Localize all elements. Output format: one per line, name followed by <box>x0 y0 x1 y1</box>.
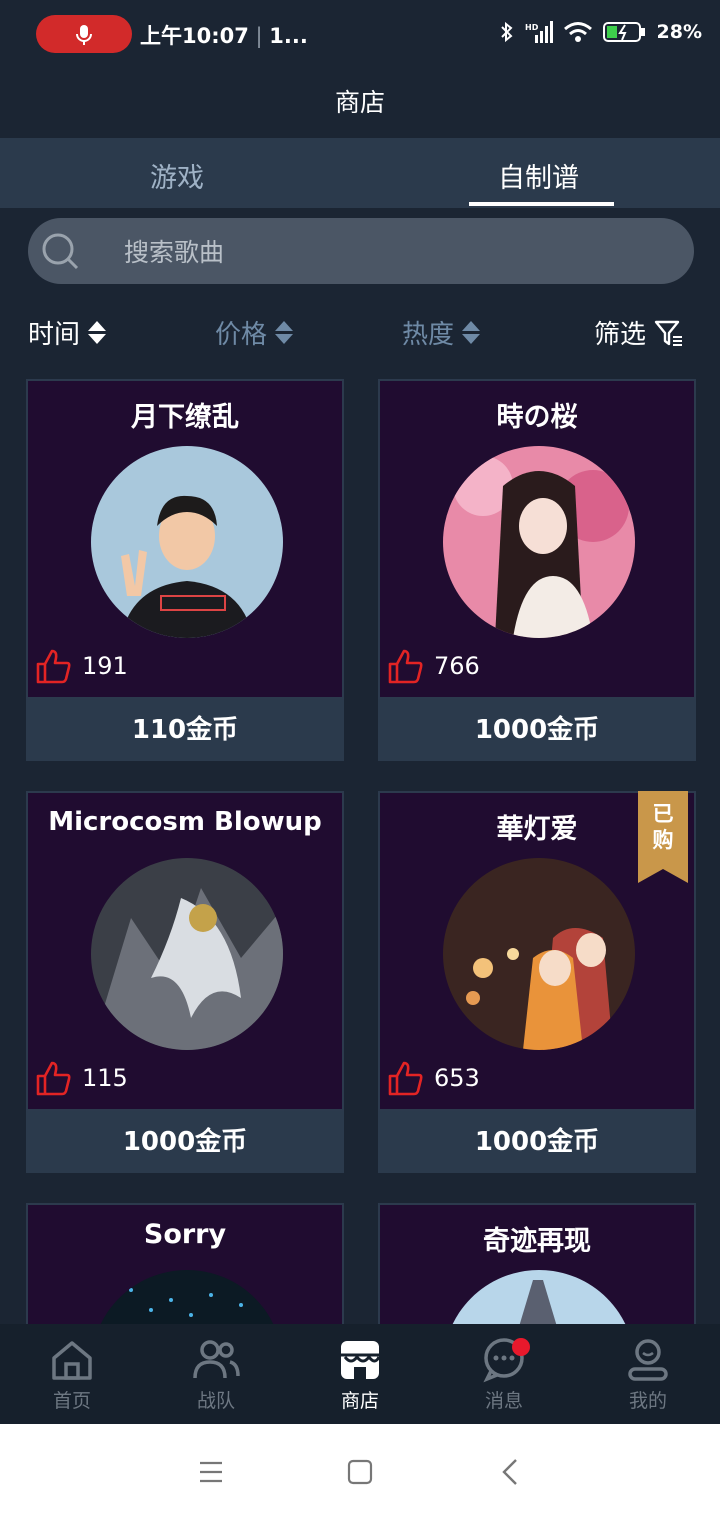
nav-messages-label: 消息 <box>484 1390 523 1412</box>
like-count: 766 <box>434 652 480 680</box>
unread-dot <box>512 1338 530 1356</box>
like-count: 115 <box>82 1064 128 1092</box>
song-card[interactable]: 奇迹再现 <box>378 1203 696 1324</box>
song-card[interactable]: 月下缭乱 191 110金币 <box>26 379 344 761</box>
song-cover-image <box>443 1270 635 1324</box>
like-count: 191 <box>82 652 128 680</box>
signal-icon: HD <box>525 21 553 43</box>
nav-me[interactable]: 我的 <box>598 1334 698 1413</box>
thumbs-up-icon[interactable] <box>386 647 424 685</box>
filter-button[interactable]: 筛选 <box>594 314 684 351</box>
likes: 766 <box>386 647 480 685</box>
song-cover-image <box>91 1270 283 1324</box>
sort-by-price[interactable]: 价格 <box>215 314 294 351</box>
purchased-badge-label: 已购 <box>638 801 688 853</box>
home-icon <box>52 1341 92 1380</box>
home-square-icon[interactable] <box>347 1459 373 1485</box>
like-count: 653 <box>434 1064 480 1092</box>
status-time: 上午10:07 | 1... <box>140 24 308 48</box>
song-card[interactable]: Sorry <box>26 1203 344 1324</box>
svg-text:HD: HD <box>525 23 539 32</box>
bluetooth-icon <box>500 21 513 43</box>
card-body: 華灯爱 653 已购 <box>378 791 696 1111</box>
sort-arrows-icon <box>462 321 481 344</box>
team-icon <box>193 1340 240 1379</box>
card-body: 奇迹再现 <box>378 1203 696 1324</box>
song-title: 奇迹再现 <box>483 1226 591 1257</box>
card-body: Sorry <box>26 1203 344 1324</box>
sort-bar: 时间 价格 热度 筛选 <box>0 310 720 354</box>
nav-shop-label: 商店 <box>340 1390 379 1412</box>
active-tab-indicator <box>469 202 614 206</box>
likes: 191 <box>34 647 128 685</box>
song-cover-image <box>443 446 635 638</box>
song-cover-image <box>91 858 283 1050</box>
song-card[interactable]: 時の桜 766 1000金币 <box>378 379 696 761</box>
title-bar: 商店 <box>0 66 720 138</box>
sort-price-label: 价格 <box>215 320 268 350</box>
song-card[interactable]: 華灯爱 653 已购 1000金币 <box>378 791 696 1173</box>
purchased-badge: 已购 <box>638 791 688 883</box>
likes: 653 <box>386 1059 480 1097</box>
sort-heat-label: 热度 <box>402 320 455 350</box>
profile-icon <box>628 1339 668 1381</box>
back-icon[interactable] <box>500 1458 520 1486</box>
wifi-icon <box>563 22 592 42</box>
sort-arrows-icon <box>275 321 294 344</box>
thumbs-up-icon[interactable] <box>34 1059 72 1097</box>
nav-home-label: 首页 <box>52 1390 91 1412</box>
status-bar: 上午10:07 | 1... HD 28% <box>0 0 720 66</box>
nav-shop[interactable]: 商店 <box>310 1334 410 1413</box>
search-bar[interactable] <box>28 218 694 286</box>
nav-team-label: 战队 <box>196 1390 235 1412</box>
tab-bar: 游戏 自制谱 <box>0 138 720 208</box>
recording-indicator[interactable] <box>36 15 132 53</box>
thumbs-up-icon[interactable] <box>386 1059 424 1097</box>
bottom-nav: 首页 战队 商店 消息 我的 <box>0 1324 720 1424</box>
song-price[interactable]: 110金币 <box>26 699 344 761</box>
card-body: 月下缭乱 191 <box>26 379 344 699</box>
nav-team[interactable]: 战队 <box>166 1334 266 1413</box>
microphone-icon <box>76 25 92 45</box>
shop-icon <box>341 1341 381 1379</box>
nav-home[interactable]: 首页 <box>22 1334 122 1413</box>
filter-label: 筛选 <box>594 320 647 350</box>
sort-by-popularity[interactable]: 热度 <box>402 314 481 351</box>
badge-text: 已购 <box>652 802 674 852</box>
card-body: Microcosm Blowup 115 <box>26 791 344 1111</box>
menu-icon[interactable] <box>198 1460 224 1484</box>
sort-time-label: 时间 <box>28 320 81 350</box>
page-title: 商店 <box>334 88 385 117</box>
sort-by-time[interactable]: 时间 <box>28 314 107 351</box>
likes: 115 <box>34 1059 128 1097</box>
card-body: 時の桜 766 <box>378 379 696 699</box>
nav-me-label: 我的 <box>628 1390 667 1412</box>
nav-messages[interactable]: 消息 <box>454 1334 554 1413</box>
battery-percent: 28% <box>656 21 702 43</box>
song-price[interactable]: 1000金币 <box>378 699 696 761</box>
tab-custom-charts[interactable]: 自制谱 <box>498 156 579 195</box>
song-cover-image <box>91 446 283 638</box>
song-price[interactable]: 1000金币 <box>378 1111 696 1173</box>
song-card[interactable]: Microcosm Blowup 115 1000金币 <box>26 791 344 1173</box>
status-icons: HD 28% <box>499 20 702 44</box>
sort-arrows-icon <box>88 321 107 344</box>
thumbs-up-icon[interactable] <box>34 647 72 685</box>
search-icon <box>42 233 79 270</box>
song-price[interactable]: 1000金币 <box>26 1111 344 1173</box>
search-input[interactable] <box>122 218 666 286</box>
song-title: 時の桜 <box>496 402 578 433</box>
song-cover-image <box>443 858 635 1050</box>
battery-icon <box>602 22 645 42</box>
filter-icon <box>654 320 683 346</box>
tab-games[interactable]: 游戏 <box>150 156 204 195</box>
song-title: Microcosm Blowup <box>48 807 322 837</box>
system-nav-bar <box>0 1424 720 1520</box>
song-title: Sorry <box>143 1219 227 1250</box>
song-title: 月下缭乱 <box>131 402 239 433</box>
